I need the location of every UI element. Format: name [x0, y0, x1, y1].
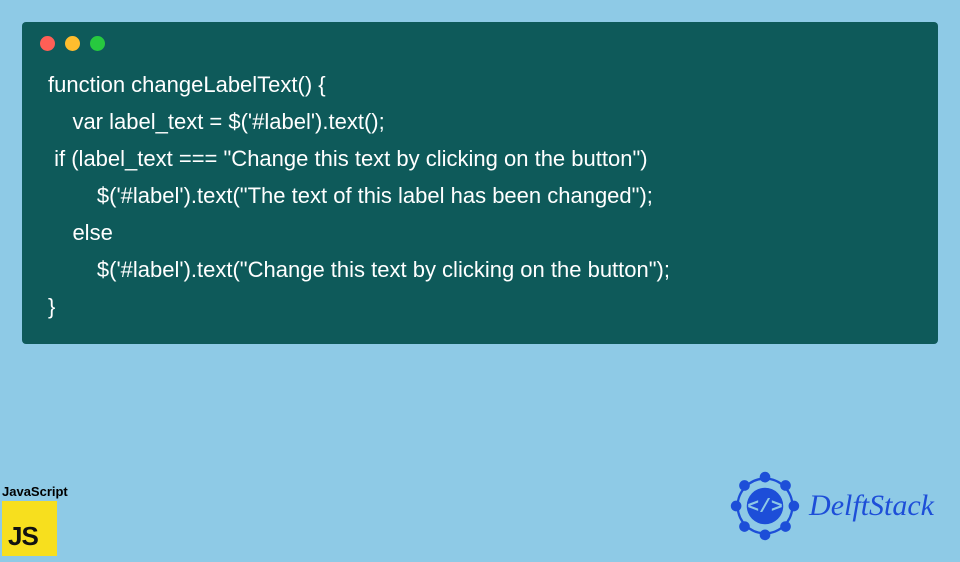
- svg-text:</>: </>: [747, 496, 783, 518]
- delftstack-brand: DelftStack: [809, 489, 934, 523]
- js-icon: JS: [2, 501, 57, 556]
- js-icon-text: JS: [8, 521, 38, 552]
- javascript-badge: JavaScript JS: [2, 484, 72, 556]
- code-block: function changeLabelText() { var label_t…: [22, 61, 938, 326]
- window-maximize-dot: [90, 36, 105, 51]
- javascript-label: JavaScript: [2, 484, 72, 499]
- window-close-dot: [40, 36, 55, 51]
- delftstack-icon: </>: [727, 468, 803, 544]
- window-minimize-dot: [65, 36, 80, 51]
- window-controls: [22, 22, 938, 61]
- delftstack-badge: </> DelftStack: [727, 468, 934, 544]
- code-window: function changeLabelText() { var label_t…: [22, 22, 938, 344]
